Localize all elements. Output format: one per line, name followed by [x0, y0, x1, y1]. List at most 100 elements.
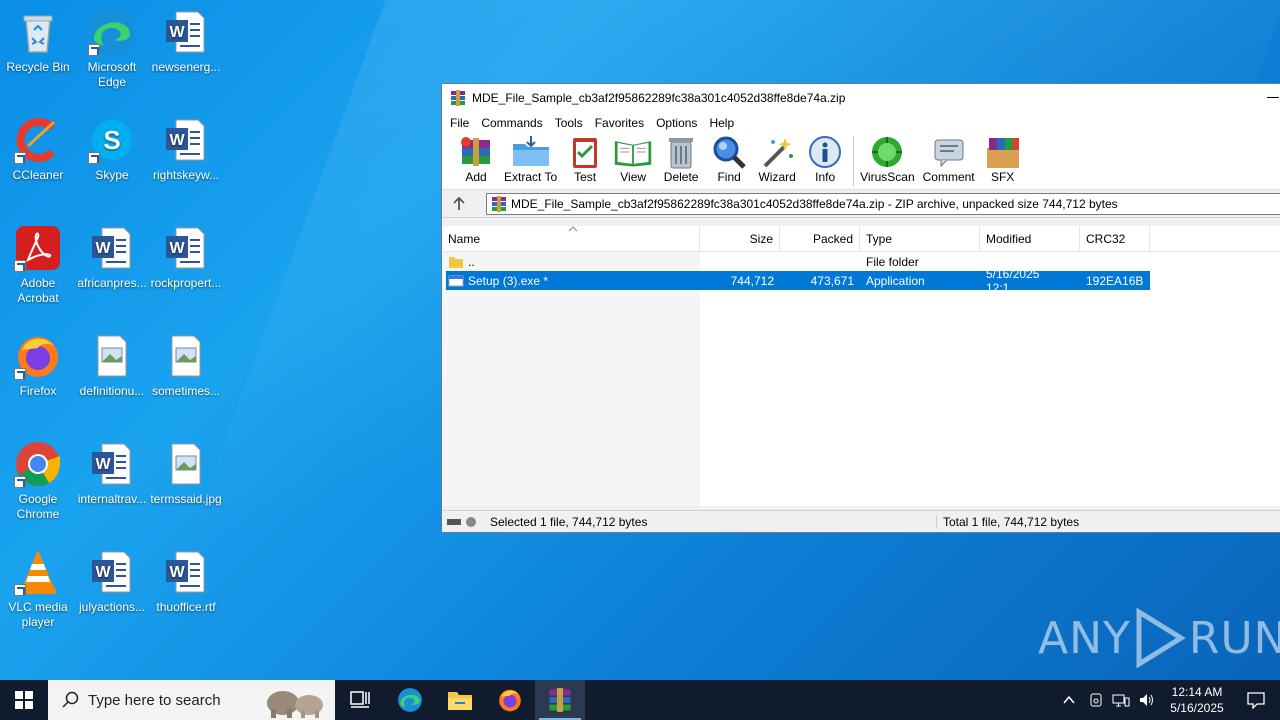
column-crc32[interactable]: CRC32	[1080, 226, 1150, 251]
view-book-icon	[614, 141, 652, 167]
desktop-icon-label: Microsoft Edge	[87, 60, 137, 89]
clock-time: 12:14 AM	[1171, 685, 1223, 699]
desktop-icon-firefox[interactable]: Firefox	[0, 332, 76, 399]
minimize-button[interactable]	[1267, 90, 1279, 98]
notifications-button[interactable]	[1232, 691, 1280, 709]
menu-tools[interactable]: Tools	[553, 116, 593, 130]
desktop-icon-label: rightskeyw...	[152, 168, 220, 182]
find-magnifier-icon	[713, 136, 746, 169]
chrome-icon	[14, 440, 62, 488]
clock[interactable]: 12:14 AM 5/16/2025	[1162, 684, 1232, 716]
menu-favorites[interactable]: Favorites	[593, 116, 654, 130]
desktop-icon-africanpres[interactable]: W africanpres...	[74, 224, 150, 291]
find-button[interactable]: Find	[709, 134, 749, 184]
desktop-icon-label: CCleaner	[12, 168, 64, 182]
virusscan-icon	[872, 137, 903, 167]
column-modified[interactable]: Modified	[980, 226, 1080, 251]
desktop-icon-rockpropert[interactable]: W rockpropert...	[148, 224, 224, 291]
menu-options[interactable]: Options	[654, 116, 707, 130]
desktop-icon-newsenerg[interactable]: W newsenerg...	[148, 8, 224, 75]
add-archive-icon	[461, 137, 490, 166]
desktop-icon-sometimes[interactable]: sometimes...	[148, 332, 224, 399]
status-bar: Selected 1 file, 744,712 bytes Total 1 f…	[442, 510, 1280, 532]
window-titlebar[interactable]: MDE_File_Sample_cb3af2f95862289fc38a301c…	[442, 84, 1280, 112]
virusscan-button[interactable]: VirusScan	[860, 134, 915, 184]
winrar-app-icon	[451, 90, 465, 106]
taskbar-edge[interactable]	[385, 680, 435, 720]
network-icon[interactable]	[1112, 692, 1130, 708]
edge-icon	[398, 688, 422, 712]
file-explorer-icon	[448, 692, 472, 710]
desktop-icon-internaltrav[interactable]: W internaltrav...	[74, 440, 150, 507]
search-box[interactable]: Type here to search	[48, 680, 335, 720]
skype-icon: S	[88, 116, 136, 164]
desktop-icon-label: thuoffice.rtf	[156, 600, 216, 614]
desktop-icon-definitionu[interactable]: definitionu...	[74, 332, 150, 399]
taskbar-winrar[interactable]	[535, 680, 585, 720]
wizard-button[interactable]: Wizard	[757, 134, 797, 184]
status-selected: Selected 1 file, 744,712 bytes	[490, 514, 648, 529]
desktop-icon-rightskeyw[interactable]: W rightskeyw...	[148, 116, 224, 183]
taskbar-file-explorer[interactable]	[435, 680, 485, 720]
recycle-bin-icon	[14, 8, 62, 56]
desktop-icon-label: Google Chrome	[16, 492, 60, 521]
desktop-icon-recycle-bin[interactable]: Recycle Bin	[0, 8, 76, 75]
word-doc-icon: W	[88, 548, 136, 596]
anyrun-watermark: ANY RUN	[1038, 608, 1280, 668]
table-row-selected[interactable]: Setup (3).exe * 744,712 473,671 Applicat…	[446, 267, 1150, 295]
desktop-icon-vlc[interactable]: VLC media player	[0, 548, 76, 630]
file-list: Name Size Packed Type Modified CRC32 .. …	[442, 226, 1280, 506]
start-button[interactable]	[0, 680, 48, 720]
column-type[interactable]: Type	[860, 226, 980, 251]
window-title: MDE_File_Sample_cb3af2f95862289fc38a301c…	[472, 91, 846, 105]
add-button[interactable]: Add	[456, 134, 496, 184]
menu-file[interactable]: File	[448, 116, 479, 130]
task-view-button[interactable]	[335, 680, 385, 720]
task-view-icon	[350, 691, 370, 708]
desktop-icon-label: Skype	[95, 168, 129, 182]
menu-help[interactable]: Help	[707, 116, 744, 130]
test-button[interactable]: Test	[565, 134, 605, 184]
desktop-icon-adobe-acrobat[interactable]: Adobe Acrobat	[0, 224, 76, 306]
acrobat-icon	[14, 224, 62, 272]
desktop-icon-julyactions[interactable]: W julyactions...	[74, 548, 150, 615]
sfx-button[interactable]: SFX	[983, 134, 1023, 184]
desktop-icon-ccleaner[interactable]: CCleaner	[0, 116, 76, 183]
info-button[interactable]: Info	[805, 134, 845, 184]
device-icon[interactable]	[1088, 692, 1104, 708]
delete-button[interactable]: Delete	[661, 134, 701, 184]
image-file-icon	[162, 332, 210, 380]
up-arrow-icon[interactable]	[452, 196, 466, 211]
word-doc-icon: W	[88, 224, 136, 272]
desktop-icon-google-chrome[interactable]: Google Chrome	[0, 440, 76, 522]
desktop-icon-thuoffice[interactable]: W thuoffice.rtf	[148, 548, 224, 615]
chevron-up-icon[interactable]	[1062, 693, 1076, 707]
svg-text:W: W	[95, 564, 111, 581]
vlc-icon	[14, 548, 62, 596]
edge-icon	[88, 8, 136, 56]
volume-icon[interactable]	[1138, 692, 1156, 708]
desktop-icon-label: Firefox	[19, 384, 57, 398]
desktop-icon-skype[interactable]: S Skype	[74, 116, 150, 183]
drive-icon	[447, 516, 476, 527]
firefox-icon	[14, 332, 62, 380]
desktop-icon-label: africanpres...	[77, 276, 147, 290]
toolbar-separator	[853, 136, 855, 186]
menu-bar: File Commands Tools Favorites Options He…	[442, 112, 1280, 134]
taskbar-firefox[interactable]	[485, 680, 535, 720]
search-icon	[62, 691, 79, 708]
desktop-icon-label: julyactions...	[78, 600, 146, 614]
folder-icon	[449, 256, 463, 268]
comment-button[interactable]: Comment	[923, 134, 975, 184]
desktop-icon-termssaid[interactable]: termssaid.jpg	[148, 440, 224, 507]
info-icon	[809, 136, 842, 168]
zip-archive-icon	[492, 195, 506, 212]
extract-to-button[interactable]: Extract To	[504, 134, 557, 184]
view-button[interactable]: View	[613, 134, 653, 184]
column-size[interactable]: Size	[700, 226, 780, 251]
menu-commands[interactable]: Commands	[479, 116, 552, 130]
desktop-icon-label: Recycle Bin	[6, 60, 70, 74]
address-field[interactable]: MDE_File_Sample_cb3af2f95862289fc38a301c…	[486, 192, 1280, 215]
column-packed[interactable]: Packed	[780, 226, 860, 251]
desktop-icon-microsoft-edge[interactable]: Microsoft Edge	[74, 8, 150, 90]
